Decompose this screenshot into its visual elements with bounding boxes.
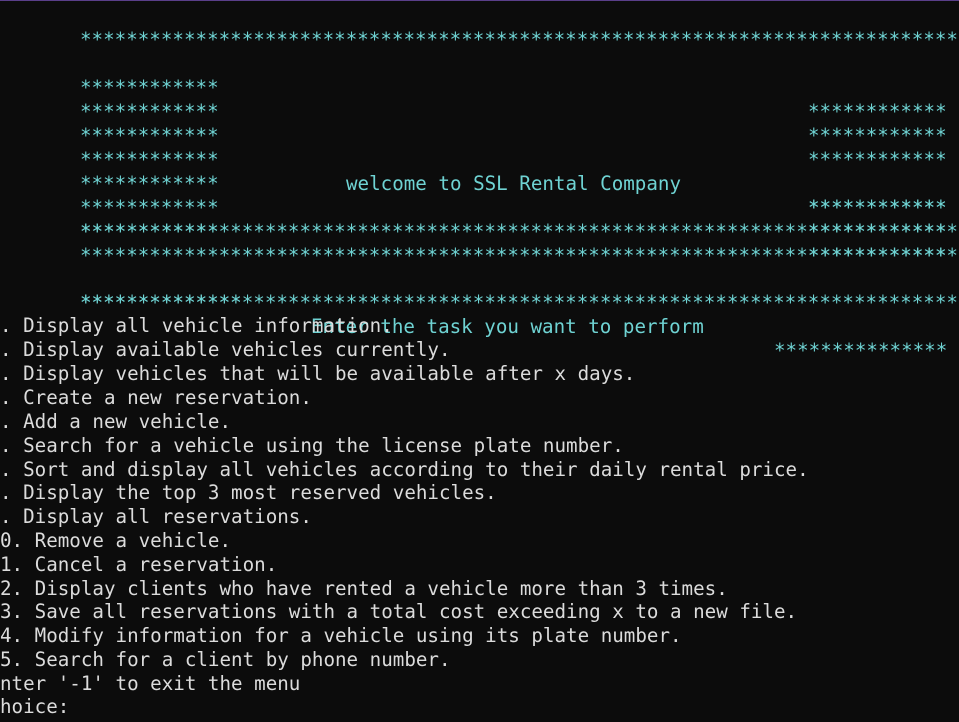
banner-side-row: ************ ************ xyxy=(0,76,959,147)
exit-hint: nter '-1' to exit the menu xyxy=(0,672,301,695)
menu-item: . Display all vehicle information. xyxy=(0,314,393,337)
choice-prompt: hoice: xyxy=(0,695,70,718)
menu-item: 0. Remove a vehicle. xyxy=(0,529,232,552)
menu-item: 3. Save all reservations with a total co… xyxy=(0,600,798,623)
menu-item: . Search for a vehicle using the license… xyxy=(0,434,624,457)
task-prompt-row: ************** Enter the task you want t… xyxy=(0,267,959,362)
menu-item: . Display vehicles that will be availabl… xyxy=(0,362,636,385)
task-star-row: ****************************************… xyxy=(80,291,959,314)
task-star-row: ****************************************… xyxy=(80,244,959,267)
choice-prompt-row[interactable]: hoice: xyxy=(0,695,80,719)
input-cursor[interactable] xyxy=(69,696,80,716)
menu-item: 2. Display clients who have rented a veh… xyxy=(0,577,728,600)
menu-item: . Display available vehicles currently. xyxy=(0,338,451,361)
menu-item: . Add a new vehicle. xyxy=(0,410,232,433)
task-right-stars: *************** xyxy=(774,339,948,362)
banner-side-row: ************ ************ xyxy=(0,196,959,267)
menu-item: . Create a new reservation. xyxy=(0,386,312,409)
banner-side-row: ************ ************ xyxy=(0,52,959,123)
terminal-window: ****************************************… xyxy=(0,0,959,722)
menu-item: 5. Search for a client by phone number. xyxy=(0,648,451,671)
menu-item: 4. Modify information for a vehicle usin… xyxy=(0,624,682,647)
menu-item: 1. Cancel a reservation. xyxy=(0,553,278,576)
menu-item: . Display the top 3 most reserved vehicl… xyxy=(0,481,497,504)
banner-side-row: ************ ************ xyxy=(0,148,959,219)
banner-welcome-row: ************ welcome to SSL Rental Compa… xyxy=(0,124,959,219)
banner-star-row: ****************************************… xyxy=(80,220,959,243)
menu-item: . Sort and display all vehicles accordin… xyxy=(0,458,809,481)
banner-side-row: ************ ************ xyxy=(0,172,959,243)
banner-star-row: ****************************************… xyxy=(80,28,959,51)
banner-side-row: ************ ************ xyxy=(0,100,959,171)
menu-item: . Display all reservations. xyxy=(0,505,312,528)
